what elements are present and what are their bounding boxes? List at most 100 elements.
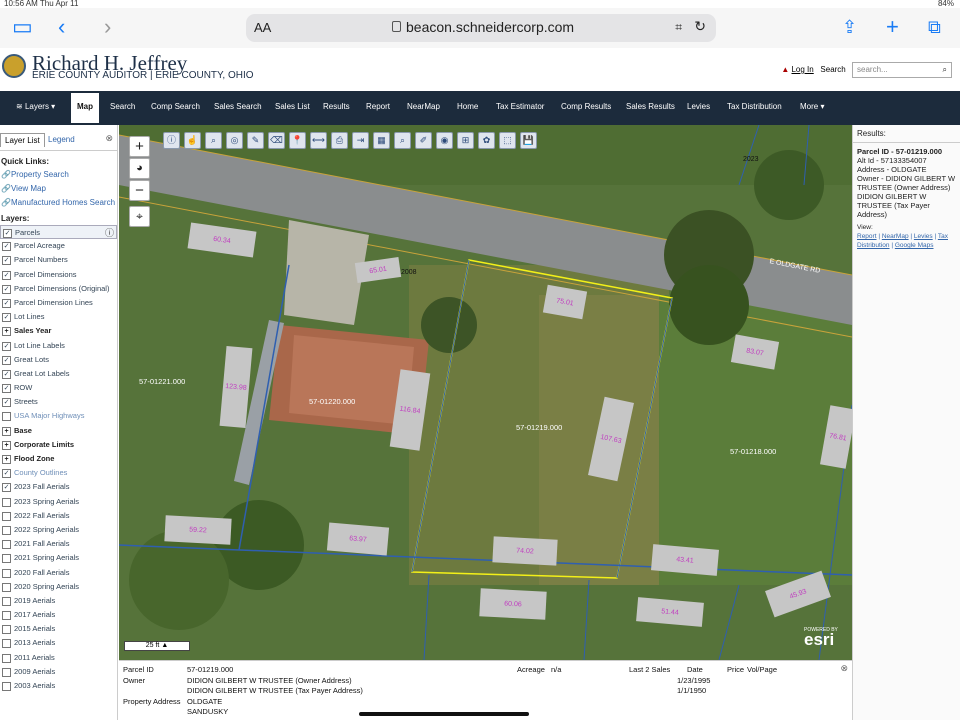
layer-checkbox[interactable] bbox=[2, 596, 11, 606]
link-nearmap[interactable]: NearMap bbox=[882, 233, 909, 240]
quick-link-property-search[interactable]: 🔗Property Search bbox=[0, 168, 117, 182]
table-icon[interactable]: ▦ bbox=[373, 132, 390, 149]
zoom-to-icon[interactable]: ⌕ bbox=[205, 132, 222, 149]
layer-item[interactable]: ✓ Lot Lines bbox=[0, 310, 117, 324]
info-icon[interactable]: ⓘ bbox=[105, 226, 114, 240]
photo-icon[interactable]: ✿ bbox=[478, 132, 495, 149]
layer-checkbox[interactable]: ✓ bbox=[2, 384, 11, 394]
expand-icon[interactable]: + bbox=[2, 426, 11, 436]
forward-icon[interactable]: › bbox=[104, 16, 111, 38]
layer-checkbox[interactable]: ✓ bbox=[2, 483, 11, 493]
nav-sales-list[interactable]: Sales List bbox=[275, 102, 310, 111]
tab-layer-list[interactable]: Layer List bbox=[0, 133, 45, 147]
layer-item[interactable]: ✓ Parcels ⓘ bbox=[0, 225, 117, 240]
expand-icon[interactable]: + bbox=[2, 327, 11, 337]
layer-checkbox[interactable] bbox=[2, 511, 11, 521]
layer-item[interactable]: ✓ Parcel Dimension Lines bbox=[0, 296, 117, 310]
nav-layers[interactable]: ≋ Layers ▾ bbox=[16, 102, 55, 111]
export-icon[interactable]: ⇥ bbox=[352, 132, 369, 149]
parcel-number[interactable]: 57-01218.000 bbox=[730, 447, 776, 456]
layer-item[interactable]: 2020 Fall Aerials bbox=[0, 566, 117, 580]
layer-checkbox[interactable] bbox=[2, 639, 11, 649]
parcel-number[interactable]: 57-01221.000 bbox=[139, 377, 185, 386]
layer-item[interactable]: + Base bbox=[0, 424, 117, 438]
layer-item[interactable]: 2021 Fall Aerials bbox=[0, 537, 117, 551]
sidebar-icon[interactable]: ▭ bbox=[12, 16, 33, 38]
zoom-in-button[interactable]: + bbox=[129, 136, 150, 157]
layer-item[interactable]: ✓ Streets bbox=[0, 395, 117, 409]
nav-tax-estimator[interactable]: Tax Estimator bbox=[496, 102, 544, 111]
buffer-icon[interactable]: ◎ bbox=[226, 132, 243, 149]
nav-map[interactable]: Map bbox=[71, 93, 99, 123]
address-bar[interactable]: AA beacon.schneidercorp.com ⌗ ↻ bbox=[246, 14, 716, 42]
extension-icon[interactable]: ⌗ bbox=[675, 20, 682, 35]
draw-icon[interactable]: ✎ bbox=[247, 132, 264, 149]
layer-checkbox[interactable]: ✓ bbox=[2, 313, 11, 323]
layer-checkbox[interactable]: ✓ bbox=[2, 298, 11, 308]
link-levies[interactable]: Levies bbox=[914, 233, 933, 240]
globe-button[interactable]: ◕ bbox=[129, 158, 150, 179]
layer-item[interactable]: 2022 Spring Aerials bbox=[0, 523, 117, 537]
nav-home[interactable]: Home bbox=[457, 102, 478, 111]
save-icon[interactable]: 💾 bbox=[520, 132, 537, 149]
layer-item[interactable]: ✓ Great Lot Labels bbox=[0, 367, 117, 381]
sketch-icon[interactable]: ✐ bbox=[415, 132, 432, 149]
layer-checkbox[interactable]: ✓ bbox=[2, 355, 11, 365]
nav-report[interactable]: Report bbox=[366, 102, 390, 111]
layer-item[interactable]: 2020 Spring Aerials bbox=[0, 580, 117, 594]
nav-nearmap[interactable]: NearMap bbox=[407, 102, 440, 111]
nav-results[interactable]: Results bbox=[323, 102, 350, 111]
layer-checkbox[interactable]: ✓ bbox=[2, 284, 11, 294]
layer-item[interactable]: ✓ County Outlines bbox=[0, 466, 117, 480]
map-view[interactable]: 60.34 65.01 75.01 123.98 116.84 107.63 83.07 76… bbox=[119, 125, 852, 660]
nav-sales-results[interactable]: Sales Results bbox=[626, 102, 675, 111]
back-icon[interactable]: ‹ bbox=[58, 16, 65, 38]
layer-item[interactable]: 2013 Aerials bbox=[0, 636, 117, 650]
new-tab-icon[interactable]: + bbox=[886, 16, 899, 38]
layer-checkbox[interactable]: ✓ bbox=[2, 369, 11, 379]
link-report[interactable]: Report bbox=[857, 233, 877, 240]
parcel-number[interactable]: 57-01219.000 bbox=[516, 423, 562, 432]
layer-item[interactable]: 2009 Aerials bbox=[0, 665, 117, 679]
nav-tax-distribution[interactable]: Tax Distribution bbox=[727, 102, 782, 111]
layer-item[interactable]: 2015 Aerials bbox=[0, 622, 117, 636]
layer-checkbox[interactable]: ✓ bbox=[2, 341, 11, 351]
select-icon[interactable]: ☝ bbox=[184, 132, 201, 149]
layer-item[interactable]: + Corporate Limits bbox=[0, 438, 117, 452]
measure-icon[interactable]: ⟷ bbox=[310, 132, 327, 149]
layer-checkbox[interactable]: ✓ bbox=[2, 242, 11, 252]
close-icon[interactable]: ⊗ bbox=[105, 133, 113, 144]
grid-icon[interactable]: ⊞ bbox=[457, 132, 474, 149]
layer-item[interactable]: ✓ Parcel Dimensions bbox=[0, 268, 117, 282]
login-link[interactable]: Log In bbox=[791, 65, 813, 74]
layer-checkbox[interactable] bbox=[2, 412, 11, 422]
parcel-number[interactable]: 57-01220.000 bbox=[309, 397, 355, 406]
print-icon[interactable]: ⎙ bbox=[331, 132, 348, 149]
select-area-icon[interactable]: ⬚ bbox=[499, 132, 516, 149]
layer-item[interactable]: USA Major Highways bbox=[0, 409, 117, 423]
site-search-input[interactable]: search... ⌕ bbox=[852, 62, 952, 78]
tab-legend[interactable]: Legend bbox=[44, 133, 79, 146]
layer-item[interactable]: ✓ Lot Line Labels bbox=[0, 339, 117, 353]
layer-checkbox[interactable]: ✓ bbox=[2, 256, 11, 266]
nav-comp-results[interactable]: Comp Results bbox=[561, 102, 611, 111]
layer-checkbox[interactable]: ✓ bbox=[2, 270, 11, 280]
layer-item[interactable]: 2011 Aerials bbox=[0, 651, 117, 665]
layer-checkbox[interactable]: ✓ bbox=[3, 229, 12, 238]
layer-item[interactable]: 2022 Fall Aerials bbox=[0, 509, 117, 523]
layer-item[interactable]: 2003 Aerials bbox=[0, 679, 117, 693]
identify-icon[interactable]: ⓘ bbox=[163, 132, 180, 149]
layer-item[interactable]: + Sales Year bbox=[0, 324, 117, 338]
layer-checkbox[interactable] bbox=[2, 625, 11, 635]
quick-link-manufactured-homes[interactable]: 🔗Manufactured Homes Search bbox=[0, 196, 117, 210]
nav-search[interactable]: Search bbox=[110, 102, 135, 111]
pin-icon[interactable]: 📍 bbox=[289, 132, 306, 149]
layer-item[interactable]: ✓ 2023 Fall Aerials bbox=[0, 480, 117, 494]
layer-item[interactable]: 2021 Spring Aerials bbox=[0, 551, 117, 565]
layer-item[interactable]: 2023 Spring Aerials bbox=[0, 495, 117, 509]
nav-levies[interactable]: Levies bbox=[687, 102, 710, 111]
layer-checkbox[interactable]: ✓ bbox=[2, 469, 11, 479]
layer-checkbox[interactable] bbox=[2, 540, 11, 550]
locate-button[interactable]: ⌖ bbox=[129, 206, 150, 227]
layer-checkbox[interactable] bbox=[2, 525, 11, 535]
